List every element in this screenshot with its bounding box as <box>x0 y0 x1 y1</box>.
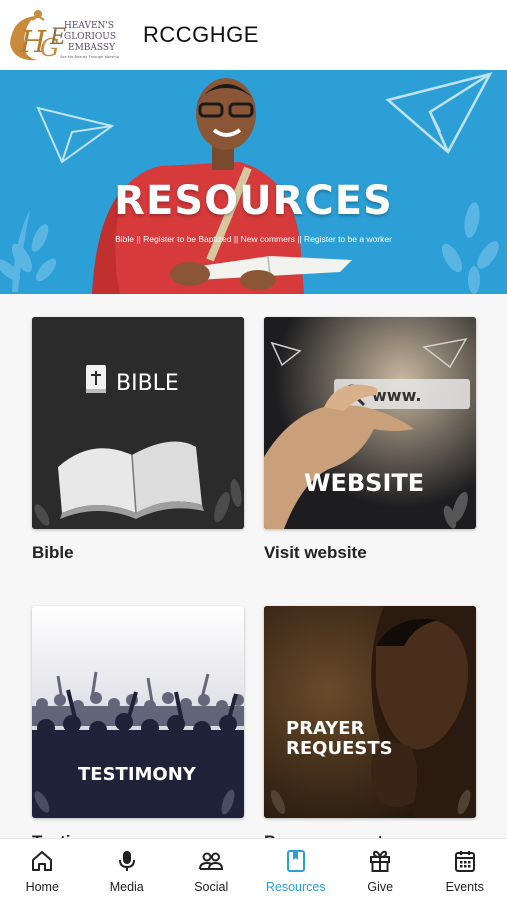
logo-line1: HEAVEN'S <box>64 21 114 31</box>
website-card[interactable]: www. WEBSITE Visit website <box>264 317 476 563</box>
testimony-image-text: TESTIMONY <box>78 764 197 785</box>
home-icon <box>32 851 53 871</box>
bible-card-label: Bible <box>32 543 74 562</box>
logo-tagline: See His Beauty Through Worship <box>60 55 120 59</box>
calendar-icon <box>454 851 475 872</box>
prayer-request-card[interactable]: PRAYER REQUESTS Prayer request <box>264 606 476 852</box>
gift-icon <box>370 850 391 872</box>
search-www-text: www. <box>372 386 421 405</box>
nav-social[interactable]: Social <box>169 839 254 900</box>
nav-home-label: Home <box>25 880 59 894</box>
prayer-image-text-line2: REQUESTS <box>286 738 393 759</box>
church-logo[interactable]: H G E HEAVEN'S GLORIOUS EMBASSY See His … <box>2 4 126 66</box>
nav-media[interactable]: Media <box>85 839 170 900</box>
app-header: H G E HEAVEN'S GLORIOUS EMBASSY See His … <box>0 0 507 70</box>
book-icon <box>286 850 305 872</box>
nav-social-label: Social <box>194 880 229 894</box>
people-icon <box>199 852 224 870</box>
bible-card-image: BIBLE <box>32 317 244 529</box>
testimony-card-image: TESTIMONY <box>32 606 244 818</box>
bible-illustration: BIBLE <box>32 317 244 529</box>
website-card-image: www. WEBSITE <box>264 317 476 529</box>
website-illustration: www. WEBSITE <box>264 317 476 529</box>
banner-title: RESOURCES <box>114 178 393 224</box>
nav-resources[interactable]: Resources <box>254 839 339 900</box>
testimony-illustration: TESTIMONY <box>32 606 244 818</box>
prayer-illustration: PRAYER REQUESTS <box>264 606 476 818</box>
nav-media-label: Media <box>109 880 144 894</box>
nav-give-label: Give <box>367 880 394 894</box>
bible-image-text: BIBLE <box>116 371 179 396</box>
logo-line3: EMBASSY <box>68 43 116 53</box>
nav-give[interactable]: Give <box>338 839 423 900</box>
website-card-label: Visit website <box>264 543 367 562</box>
logo-graphic: H G E HEAVEN'S GLORIOUS EMBASSY See His … <box>10 10 120 62</box>
testimony-card[interactable]: TESTIMONY Testimony <box>32 606 244 852</box>
bible-card[interactable]: BIBLE Bible <box>32 317 244 563</box>
nav-resources-label: Resources <box>265 880 326 894</box>
microphone-icon <box>118 851 135 871</box>
paper-plane-right-icon <box>385 72 493 154</box>
paper-plane-left-icon <box>36 106 115 164</box>
app-title: RCCGHGE <box>143 22 259 47</box>
banner-subtitle: Bible || Register to be Baptized || New … <box>115 234 392 244</box>
website-image-text: WEBSITE <box>304 469 424 497</box>
bible-book-icon <box>86 365 106 393</box>
bottom-navigation: Home Media Social Resources Give Events <box>0 838 507 900</box>
prayer-image-text-line1: PRAYER <box>286 718 365 739</box>
logo-line2: GLORIOUS <box>64 32 116 42</box>
nav-home[interactable]: Home <box>0 839 85 900</box>
nav-events-label: Events <box>445 880 484 894</box>
resources-banner: RESOURCES Bible || Register to be Baptiz… <box>0 70 507 294</box>
nav-events[interactable]: Events <box>423 839 507 900</box>
prayer-card-image: PRAYER REQUESTS <box>264 606 476 818</box>
